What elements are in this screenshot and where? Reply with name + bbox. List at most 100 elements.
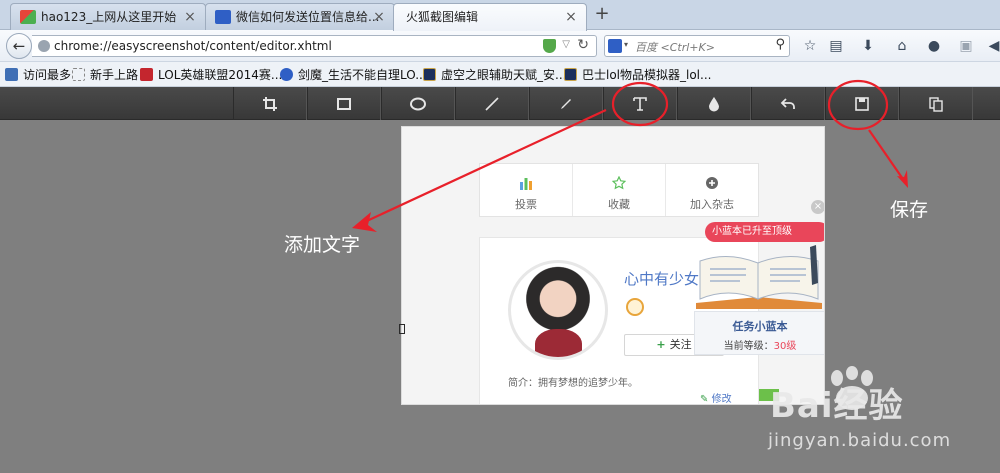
action-card: 投票 收藏 加入杂志 (479, 163, 759, 217)
add-text-arrow-head (352, 212, 377, 232)
lol-favicon-icon (423, 68, 436, 81)
lol-favicon-icon (564, 68, 577, 81)
captured-image[interactable]: 投票 收藏 加入杂志 心中有少女 + 关注 简介：拥有梦想的追梦少年。 ✎ 修改 … (401, 126, 825, 405)
edit-label: 修改 (711, 394, 732, 405)
text-icon (633, 96, 647, 111)
task-level: 当前等级：30级 (695, 337, 824, 352)
navigation-bar: ← chrome://easyscreenshot/content/editor… (0, 30, 1000, 62)
open-book-icon (696, 245, 822, 309)
bookmark-label: LOL英雄联盟2014赛... (158, 68, 283, 82)
baidu-paw-icon (215, 10, 231, 24)
address-url: chrome://easyscreenshot/content/editor.x… (54, 39, 332, 53)
bio-text: 简介：拥有梦想的追梦少年。 (508, 378, 638, 389)
text-cursor (399, 324, 405, 334)
tab-title: hao123_上网从这里开始 (41, 10, 177, 24)
bar-chart-icon (520, 178, 532, 190)
shield-icon[interactable] (543, 39, 556, 53)
follow-label: 关注 (669, 338, 692, 351)
search-box[interactable]: ▾ 百度 <Ctrl+K> ⚲ (604, 35, 790, 57)
plus-circle-icon (706, 177, 718, 189)
save-arrow-head (897, 170, 908, 188)
edit-link[interactable]: ✎ 修改 (700, 390, 732, 405)
add-to-magazine-label: 加入杂志 (690, 198, 734, 211)
address-bar[interactable]: chrome://easyscreenshot/content/editor.x… (32, 35, 597, 57)
task-bubble-text: 小蓝本已升至顶级 (712, 226, 792, 237)
bookmarks-bar: 访问最多 新手上路 LOL英雄联盟2014赛... 剑魔_生活不能自理LO...… (0, 62, 1000, 87)
blur-tool-button[interactable] (677, 87, 751, 120)
pen-icon (561, 98, 571, 109)
bookmark-most-visited[interactable]: 访问最多 (5, 67, 71, 83)
tab-title: 微信如何发送位置信息给... (236, 10, 380, 24)
bookmark-item-simulator[interactable]: 巴士lol物品模拟器_lol... (564, 67, 711, 83)
bookmark-jianmo[interactable]: 剑魔_生活不能自理LO... (280, 67, 427, 83)
task-card: 任务小蓝本 当前等级：30级 (694, 311, 824, 355)
back-button[interactable]: ← (6, 33, 32, 59)
tab-strip: hao123_上网从这里开始 × 微信如何发送位置信息给... × 火狐截图编辑… (0, 0, 1000, 31)
search-placeholder: 百度 <Ctrl+K> (635, 41, 715, 54)
crop-tool-button[interactable] (233, 87, 307, 120)
baidu-search-engine-icon[interactable] (608, 39, 622, 53)
baidu-jingyan-watermark: Bai经验 (770, 386, 904, 426)
dropdown-arrow-icon[interactable]: ▽ (562, 39, 570, 50)
close-icon[interactable]: × (183, 4, 197, 30)
crop-icon (263, 96, 277, 111)
save-arrow-line (868, 129, 906, 183)
copy-button[interactable] (899, 87, 973, 120)
close-icon[interactable]: × (811, 200, 824, 214)
bookmark-label: 虚空之眼辅助天赋_安... (441, 68, 567, 82)
task-title: 任务小蓝本 (732, 320, 788, 333)
search-icon[interactable]: ⚲ (775, 37, 785, 52)
star-icon (612, 176, 626, 190)
chat-icon[interactable]: ● (924, 36, 944, 56)
bookmark-label: 剑魔_生活不能自理LO... (298, 68, 427, 82)
vote-button[interactable]: 投票 (480, 164, 573, 216)
new-tab-button[interactable]: + (592, 4, 612, 24)
level-badge-icon (626, 298, 644, 316)
editor-toolbar (0, 87, 1000, 120)
bookmark-void-eye[interactable]: 虚空之眼辅助天赋_安... (423, 67, 566, 83)
star-icon[interactable]: ☆ (800, 36, 820, 56)
reading-list-icon[interactable]: ▤ (826, 36, 846, 56)
reload-icon[interactable]: ↻ (577, 37, 589, 53)
vote-label: 投票 (515, 198, 537, 211)
bookmark-getting-started[interactable]: 新手上路 (72, 67, 138, 83)
tab-title: 火狐截图编辑 (406, 10, 479, 24)
copy-icon (929, 96, 943, 112)
favorite-label: 收藏 (608, 198, 630, 211)
bookmark-folder-icon (5, 68, 18, 81)
download-icon[interactable]: ⬇ (858, 36, 878, 56)
add-to-magazine-button[interactable]: 加入杂志 (666, 164, 758, 216)
bookmark-label: 访问最多 (23, 68, 72, 82)
bookmark-lol-2014[interactable]: LOL英雄联盟2014赛... (140, 67, 282, 83)
page-icon (72, 68, 85, 81)
rectangle-tool-button[interactable] (307, 87, 381, 120)
pen-tool-button[interactable] (529, 87, 603, 120)
baidu-paw-icon (280, 68, 293, 81)
save-icon (855, 96, 869, 111)
line-tool-button[interactable] (455, 87, 529, 120)
line-icon (485, 96, 499, 111)
undo-icon (780, 97, 795, 109)
ellipse-icon (410, 97, 426, 110)
ellipse-tool-button[interactable] (381, 87, 455, 120)
rectangle-icon (337, 97, 351, 110)
undo-button[interactable] (751, 87, 825, 120)
close-icon[interactable]: × (372, 4, 386, 30)
favorite-button[interactable]: 收藏 (573, 164, 666, 216)
save-button[interactable] (825, 87, 899, 120)
site-favicon-icon (140, 68, 153, 81)
tab-wechat-location[interactable]: 微信如何发送位置信息给... × (205, 3, 395, 30)
blur-icon (709, 96, 719, 111)
hao123-favicon-icon (20, 10, 36, 24)
chevron-down-icon: ▾ (624, 40, 629, 49)
bookmark-label: 新手上路 (90, 68, 139, 82)
more-icon[interactable]: ◀ (984, 36, 1000, 56)
home-icon[interactable]: ⌂ (892, 36, 912, 56)
bookmark-label: 巴士lol物品模拟器_lol... (582, 68, 712, 82)
text-tool-button[interactable] (603, 87, 677, 120)
task-level-value: 30级 (773, 341, 797, 352)
tab-hao123[interactable]: hao123_上网从这里开始 × (10, 3, 206, 30)
tab-screenshot-editor[interactable]: 火狐截图编辑 × (393, 3, 587, 31)
screenshot-icon[interactable]: ▣ (956, 36, 976, 56)
close-icon[interactable]: × (564, 4, 578, 30)
